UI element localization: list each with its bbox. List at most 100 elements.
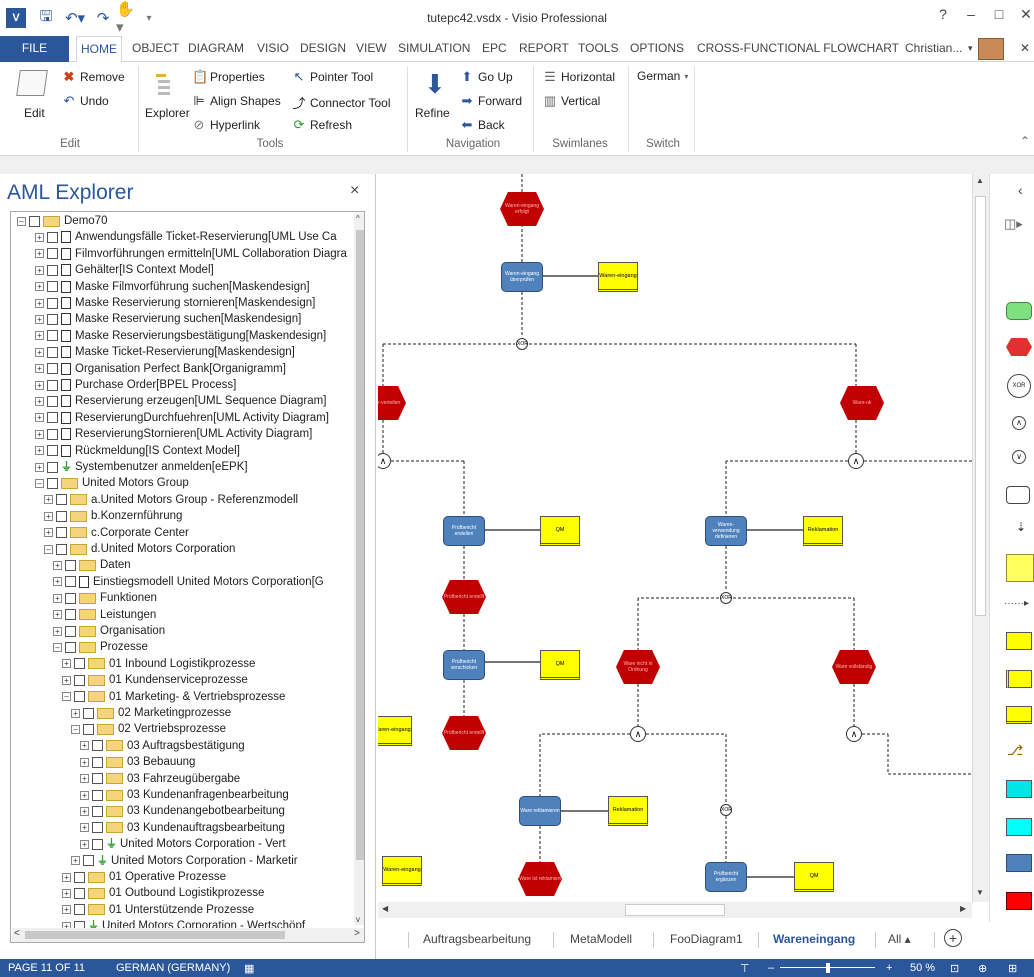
tree-node[interactable]: – d.United Motors Corporation (44, 541, 235, 557)
expand-toggle-icon[interactable]: + (53, 626, 62, 636)
node-checkbox[interactable] (47, 428, 58, 440)
tree-node[interactable]: + c.Corporate Center (44, 525, 189, 541)
close-button[interactable]: ✕ (1015, 6, 1034, 28)
function-shape[interactable]: Prüfbericht verschicken (443, 650, 485, 680)
tree-node[interactable]: +03 Fahrzeugübergabe (80, 771, 240, 787)
node-checkbox[interactable] (92, 756, 103, 768)
expand-toggle-icon[interactable]: + (80, 741, 89, 751)
tab-visio[interactable]: VISIO (257, 36, 289, 62)
edit-button[interactable]: Edit (24, 106, 45, 120)
expand-toggle-icon[interactable]: + (44, 528, 53, 538)
xor-operator[interactable]: XOR (516, 338, 528, 350)
function-shape[interactable]: Prüfbericht ergänzen (705, 862, 747, 892)
node-checkbox[interactable] (47, 313, 58, 325)
node-checkbox[interactable] (92, 822, 103, 834)
expand-toggle-icon[interactable]: + (53, 560, 62, 570)
expand-toggle-icon[interactable]: – (44, 544, 53, 554)
node-checkbox[interactable] (92, 740, 103, 752)
node-checkbox[interactable] (47, 363, 58, 375)
expand-toggle-icon[interactable]: + (35, 413, 44, 423)
expand-toggle-icon[interactable]: + (35, 462, 44, 472)
node-checkbox[interactable] (74, 691, 85, 703)
node-checkbox[interactable] (83, 855, 94, 867)
horizontal-button[interactable]: ☰ Horizontal (543, 69, 615, 85)
all-pages-tab[interactable]: All ▴ (888, 932, 911, 946)
event-shape[interactable]: Ware nicht in Ordnung (616, 650, 660, 684)
cyan-shape-icon[interactable] (1006, 780, 1032, 798)
canvas-scroll-down-icon[interactable]: ▼ (976, 888, 984, 897)
tree-node[interactable]: + Purchase Order[BPEL Process] (35, 377, 236, 393)
tree-node[interactable]: +02 Marketingprozesse (71, 705, 231, 721)
xor-operator[interactable]: XOR (720, 592, 732, 604)
expand-toggle-icon[interactable]: + (62, 888, 71, 898)
function-shape[interactable]: Waren-verwendung definieren (705, 516, 747, 546)
refine-button[interactable]: Refine (415, 106, 450, 120)
expand-toggle-icon[interactable]: + (80, 806, 89, 816)
output-shape[interactable]: Waren-eingang (378, 716, 412, 746)
zoom-slider-thumb[interactable] (826, 963, 830, 973)
expand-toggle-icon[interactable]: + (62, 872, 71, 882)
expand-toggle-icon[interactable]: + (53, 610, 62, 620)
expand-toggle-icon[interactable]: + (35, 364, 44, 374)
or-shape-icon[interactable]: ∨ (1012, 450, 1026, 464)
canvas-horizontal-scroll-thumb[interactable] (625, 904, 725, 916)
tab-object[interactable]: OBJECT (132, 36, 179, 62)
connector-tool-button[interactable]: ⤴ Connector Tool (292, 93, 390, 112)
presentation-mode-icon[interactable]: ⊤ (740, 962, 750, 975)
node-checkbox[interactable] (47, 412, 58, 424)
tree-node[interactable]: + Rückmeldung[IS Context Model] (35, 443, 240, 459)
node-checkbox[interactable] (47, 379, 58, 391)
tree-node[interactable]: + ⏚ United Motors Corporation - Marketir (71, 853, 298, 869)
node-checkbox[interactable] (65, 592, 76, 604)
scroll-up-icon[interactable]: ^ (356, 214, 360, 223)
output-shape[interactable]: QM (794, 862, 834, 892)
page-tab[interactable]: FooDiagram1 (670, 932, 743, 946)
zoom-level[interactable]: 50 % (910, 962, 935, 974)
node-checkbox[interactable] (56, 543, 67, 555)
stencil-menu-icon[interactable]: ◫▸ (1004, 216, 1023, 232)
tab-report[interactable]: REPORT (519, 36, 569, 62)
tree-vertical-scroll-thumb[interactable] (356, 230, 364, 860)
note-shape-icon[interactable] (1006, 554, 1034, 582)
expand-toggle-icon[interactable]: – (71, 724, 80, 734)
cyan-shape-icon[interactable] (1006, 818, 1032, 836)
tab-simulation[interactable]: SIMULATION (398, 36, 470, 62)
tab-design[interactable]: DESIGN (300, 36, 346, 62)
and-operator[interactable]: ∧ (848, 453, 864, 469)
tree-node[interactable]: + ReservierungDurchfuehren[UML Activity D… (35, 410, 329, 426)
info-carrier-shape-icon[interactable] (1006, 706, 1032, 724)
zoom-out-icon[interactable]: – (768, 962, 774, 974)
expand-toggle-icon[interactable]: + (35, 265, 44, 275)
node-checkbox[interactable] (47, 445, 58, 457)
tree-node[interactable]: – Prozesse (53, 639, 148, 655)
red-shape-icon[interactable] (1006, 892, 1032, 910)
tree-node[interactable]: + Organisation (53, 623, 165, 639)
expand-toggle-icon[interactable]: + (35, 298, 44, 308)
tree-node[interactable]: +01 Unterstützende Prozesse (62, 902, 254, 918)
expand-toggle-icon[interactable]: + (35, 314, 44, 324)
output-shape[interactable]: QM (540, 516, 580, 546)
node-checkbox[interactable] (56, 510, 67, 522)
function-shape[interactable]: Prüfbericht erstellen (443, 516, 485, 546)
pan-zoom-icon[interactable]: ⊕ (978, 962, 987, 975)
tree-node[interactable]: + Anwendungsfälle Ticket-Reservierung[UML… (35, 229, 337, 245)
and-operator[interactable]: ∧ (630, 726, 646, 742)
zoom-in-icon[interactable]: + (886, 962, 892, 974)
node-checkbox[interactable] (74, 871, 85, 883)
node-checkbox[interactable] (56, 527, 67, 539)
expand-toggle-icon[interactable]: + (35, 331, 44, 341)
node-checkbox[interactable] (47, 248, 58, 260)
collapse-stencil-icon[interactable]: ‹ (1018, 182, 1023, 198)
expand-toggle-icon[interactable]: + (35, 282, 44, 292)
restore-button[interactable]: □ (988, 6, 1010, 28)
tree-node[interactable]: + Maske Reservierungsbestätigung[Maskende… (35, 328, 326, 344)
fit-page-icon[interactable]: ⊡ (950, 962, 959, 975)
help-button[interactable]: ? (932, 6, 954, 28)
node-checkbox[interactable] (92, 838, 103, 850)
node-checkbox[interactable] (74, 904, 85, 916)
node-checkbox[interactable] (47, 231, 58, 243)
expand-toggle-icon[interactable]: + (35, 249, 44, 259)
tree-node[interactable]: + Reservierung erzeugen[UML Sequence Diag… (35, 393, 326, 409)
user-name[interactable]: Christian... (905, 36, 962, 62)
tree-horizontal-scroll-thumb[interactable] (25, 931, 285, 939)
